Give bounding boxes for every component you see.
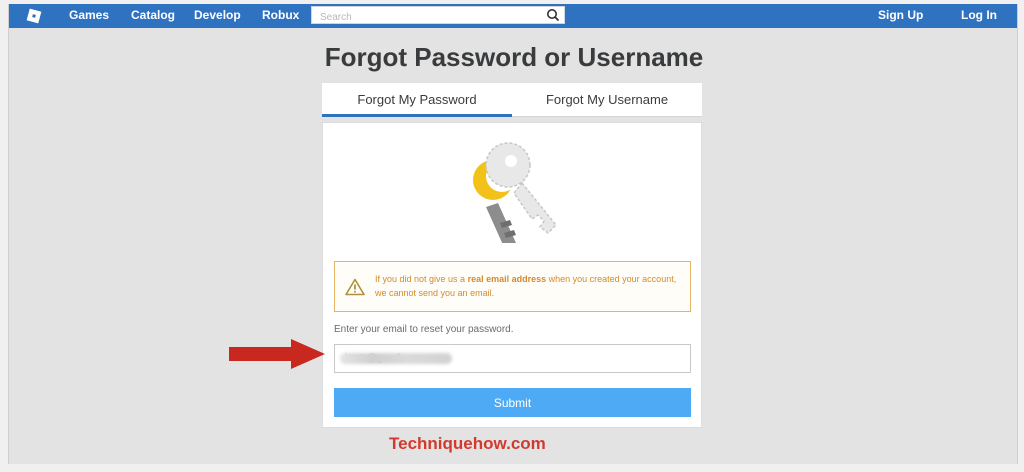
tab-forgot-username[interactable]: Forgot My Username bbox=[512, 83, 702, 117]
email-field-label: Enter your email to reset your password. bbox=[334, 324, 514, 335]
watermark-text: Techniquehow.com bbox=[389, 434, 546, 453]
tab-bar: Forgot My Password Forgot My Username bbox=[322, 83, 702, 117]
key-icon bbox=[473, 142, 558, 243]
roblox-logo-icon[interactable] bbox=[26, 8, 42, 24]
tab-forgot-password[interactable]: Forgot My Password bbox=[322, 83, 512, 117]
nav-robux-link[interactable]: Robux bbox=[262, 4, 299, 28]
nav-develop-link[interactable]: Develop bbox=[194, 4, 241, 28]
email-warning-alert: If you did not give us a real email addr… bbox=[334, 261, 691, 312]
submit-button[interactable]: Submit bbox=[334, 388, 691, 417]
browser-viewport: Games Catalog Develop Robux Sign Up Log … bbox=[8, 4, 1018, 464]
warning-icon bbox=[345, 278, 365, 296]
log-in-link[interactable]: Log In bbox=[961, 4, 997, 28]
search-input[interactable] bbox=[312, 9, 538, 26]
nav-games-link[interactable]: Games bbox=[69, 4, 109, 28]
email-field[interactable] bbox=[334, 344, 691, 373]
warning-message: If you did not give us a real email addr… bbox=[375, 274, 677, 298]
sign-up-link[interactable]: Sign Up bbox=[878, 4, 923, 28]
search-icon[interactable] bbox=[545, 8, 561, 22]
top-nav-bar: Games Catalog Develop Robux Sign Up Log … bbox=[9, 4, 1017, 28]
nav-catalog-link[interactable]: Catalog bbox=[131, 4, 175, 28]
reset-form-card: If you did not give us a real email addr… bbox=[322, 122, 702, 428]
page-title: Forgot Password or Username bbox=[324, 42, 704, 72]
red-arrow-icon bbox=[229, 339, 325, 369]
search-box bbox=[311, 6, 565, 26]
